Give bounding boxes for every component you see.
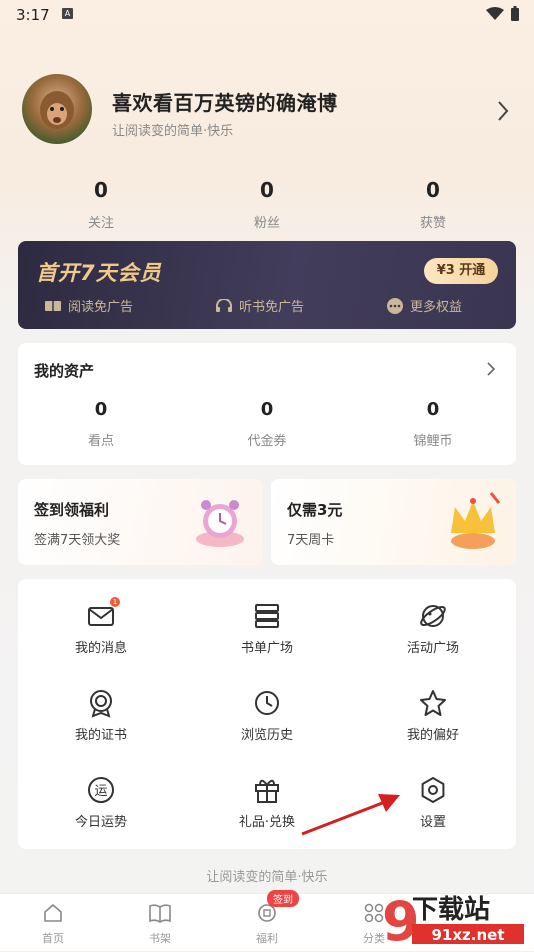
menu-item-history[interactable]: 浏览历史: [184, 666, 350, 752]
book-icon: [45, 300, 61, 311]
watermark-title: 下载站: [412, 895, 490, 925]
site-watermark: 9 下载站 91xz.net: [368, 890, 528, 952]
vip-feature-label: 更多权益: [410, 300, 463, 315]
menu-item-fortune[interactable]: 运 今日运势: [18, 753, 184, 839]
tab-welfare[interactable]: 福利: [237, 902, 297, 946]
menu-item-booklist[interactable]: 书单广场: [184, 579, 350, 665]
crown-icon: [451, 492, 501, 549]
status-icons: [486, 6, 520, 22]
asset-label: 看点: [87, 434, 114, 449]
menu-item-label: 我的偏好: [406, 728, 459, 743]
menu-item-messages[interactable]: 1 我的消息: [18, 579, 184, 665]
home-icon: [44, 904, 62, 922]
stat-likes[interactable]: 0 获赞: [373, 178, 493, 231]
stat-label: 获赞: [419, 216, 446, 231]
assets-title[interactable]: 我的资产: [34, 360, 94, 381]
asset-label: 代金券: [247, 434, 287, 449]
footer-motto: 让阅读变的简单·快乐: [206, 870, 328, 885]
stat-fans[interactable]: 0 粉丝: [207, 178, 327, 231]
menu-item-label: 书单广场: [240, 641, 293, 656]
menu-item-label: 活动广场: [406, 641, 459, 656]
battery-icon: [511, 6, 519, 21]
stat-value: 0: [260, 178, 274, 202]
vip-open-button[interactable]: ¥3 开通: [424, 258, 498, 284]
menu-item-label: 浏览历史: [240, 728, 293, 743]
vip-banner[interactable]: 首开7天会员 ¥3 开通 阅读免广告 听书免广告 更多权益: [18, 241, 516, 329]
promo-title: 仅需3元: [287, 501, 343, 519]
menu-item-preferences[interactable]: 我的偏好: [350, 666, 516, 752]
asset-value: 0: [94, 399, 108, 420]
user-motto: 让阅读变的简单·快乐: [112, 124, 234, 139]
menu-item-certificates[interactable]: 我的证书: [18, 666, 184, 752]
settings-icon: [418, 775, 448, 805]
fortune-icon: 运: [86, 775, 116, 805]
badge-icon: [86, 688, 116, 718]
alarm-clock-gift-icon: [196, 500, 244, 547]
chevron-right-icon[interactable]: [486, 361, 496, 381]
asset-label: 锦鲤币: [413, 434, 453, 449]
menu-item-label: 今日运势: [74, 815, 127, 830]
more-dots-icon: [387, 297, 403, 314]
promo-subtitle: 7天周卡: [287, 533, 335, 548]
annotation-arrow: [301, 794, 400, 836]
asset-value: 0: [426, 399, 440, 420]
menu-item-label: 我的证书: [74, 728, 127, 743]
assets-card: 我的资产 0 看点 0 代金券 0 锦鲤币: [18, 343, 516, 465]
vip-feature-more: 更多权益: [386, 296, 462, 315]
headphones-icon: [216, 298, 232, 312]
stat-label: 粉丝: [253, 216, 280, 231]
planet-icon: [418, 601, 448, 631]
notification-icon: A: [62, 8, 73, 19]
menu-item-activities[interactable]: 活动广场: [350, 579, 516, 665]
stat-follow[interactable]: 0 关注: [41, 178, 161, 231]
gift-icon: [252, 775, 282, 805]
promo-title: 签到领福利: [34, 501, 110, 519]
checkin-promo-card[interactable]: 签到领福利 签满7天领大奖: [18, 479, 263, 565]
chevron-right-icon[interactable]: [496, 100, 510, 126]
vip-feature-label: 听书免广告: [239, 300, 305, 315]
promo-subtitle: 签满7天领大奖: [34, 533, 121, 548]
asset-voucher[interactable]: 0 代金券: [207, 399, 327, 449]
menu-grid: 1 我的消息 书单广场 活动广场 我的证书 浏览历史 我的偏好 运 今日运势 礼…: [18, 579, 516, 849]
stat-value: 0: [426, 178, 440, 202]
svg-text:运: 运: [94, 784, 107, 799]
weekly-card-promo[interactable]: 仅需3元 7天周卡: [271, 479, 516, 565]
wifi-icon: [486, 7, 504, 20]
open-book-icon: [149, 904, 171, 923]
star-icon: [418, 688, 448, 718]
tab-label: 书架: [149, 932, 171, 945]
avatar[interactable]: [22, 74, 92, 144]
asset-kandian[interactable]: 0 看点: [41, 399, 161, 449]
tab-label: 福利: [256, 932, 278, 945]
stat-label: 关注: [87, 216, 114, 231]
watermark-url: 91xz.net: [431, 926, 504, 944]
menu-item-label: 我的消息: [74, 641, 127, 656]
asset-value: 0: [260, 399, 274, 420]
monkey-avatar-icon: [40, 91, 74, 129]
tab-home[interactable]: 首页: [23, 902, 83, 946]
stat-value: 0: [94, 178, 108, 202]
vip-feature-no-ads-listen: 听书免广告: [215, 296, 304, 315]
checkin-badge: 签到: [267, 890, 299, 907]
tab-label: 首页: [42, 932, 64, 945]
mail-icon: 1: [86, 597, 120, 631]
vip-feature-no-ads-read: 阅读免广告: [44, 296, 133, 315]
username[interactable]: 喜欢看百万英镑的确淹博: [112, 87, 338, 116]
tab-bookshelf[interactable]: 书架: [130, 902, 190, 946]
vip-feature-label: 阅读免广告: [68, 300, 134, 315]
message-badge: 1: [110, 597, 120, 607]
clock-icon: [252, 688, 282, 718]
vip-title: 首开7天会员: [36, 261, 162, 285]
asset-koi-coin[interactable]: 0 锦鲤币: [373, 399, 493, 449]
status-time: 3:17: [16, 6, 50, 24]
stack-icon: [252, 601, 282, 631]
